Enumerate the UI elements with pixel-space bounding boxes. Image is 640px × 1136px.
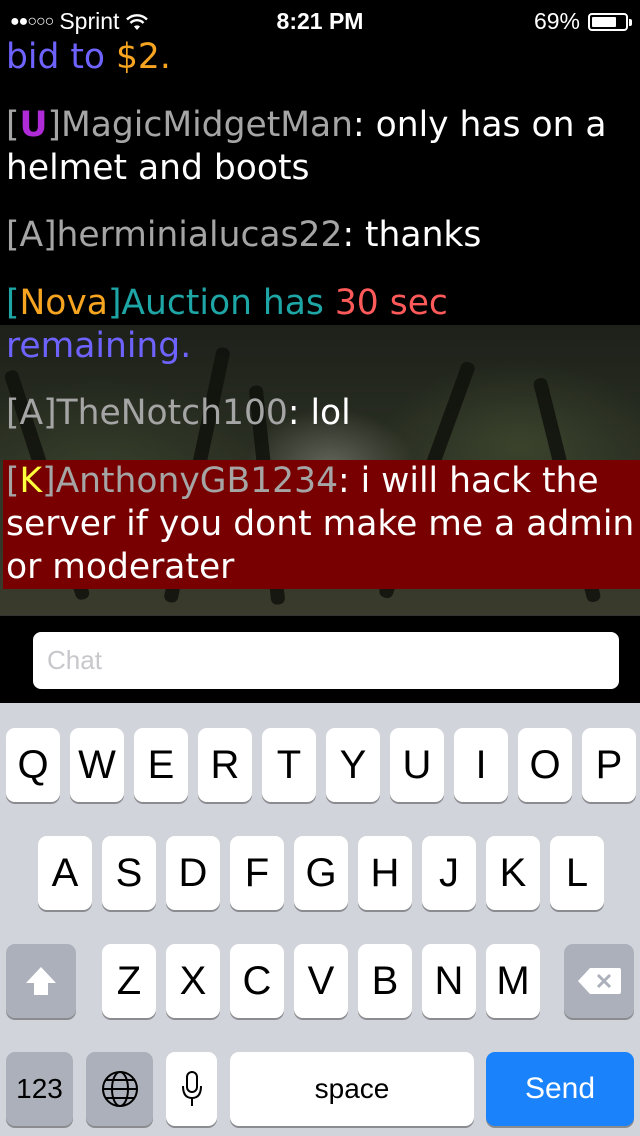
- numbers-key[interactable]: 123: [6, 1052, 73, 1126]
- key-z[interactable]: Z: [102, 944, 156, 1018]
- key-h[interactable]: H: [358, 836, 412, 910]
- key-q[interactable]: Q: [6, 728, 60, 802]
- username: MagicMidgetMan: [60, 105, 353, 145]
- rank-badge: A: [19, 393, 44, 433]
- battery-percentage: 69%: [533, 8, 580, 34]
- battery-icon: [588, 12, 632, 31]
- chat-input-bar: [0, 615, 640, 704]
- rank-badge: K: [19, 461, 43, 501]
- key-u[interactable]: U: [390, 728, 444, 802]
- send-button[interactable]: Send: [486, 1052, 634, 1126]
- delete-key[interactable]: [564, 944, 634, 1018]
- space-key[interactable]: space: [230, 1052, 474, 1126]
- message-text: thanks: [365, 215, 482, 255]
- microphone-icon: [181, 1071, 202, 1106]
- key-t[interactable]: T: [262, 728, 316, 802]
- server-tag: Nova: [19, 283, 108, 323]
- key-d[interactable]: D: [166, 836, 220, 910]
- chat-message: [A]TheNotch100: lol: [6, 393, 351, 433]
- key-r[interactable]: R: [198, 728, 252, 802]
- globe-key[interactable]: [86, 1052, 153, 1126]
- key-l[interactable]: L: [550, 836, 604, 910]
- key-a[interactable]: A: [38, 836, 92, 910]
- chat-message: [U]MagicMidgetMan: only has on a helmet …: [6, 105, 607, 188]
- key-c[interactable]: C: [230, 944, 284, 1018]
- rank-badge: U: [19, 105, 48, 145]
- key-o[interactable]: O: [518, 728, 572, 802]
- key-g[interactable]: G: [294, 836, 348, 910]
- chat-input[interactable]: [33, 632, 619, 689]
- message-text: lol: [310, 393, 351, 433]
- key-w[interactable]: W: [70, 728, 124, 802]
- key-j[interactable]: J: [422, 836, 476, 910]
- delete-backspace-icon: [578, 968, 621, 994]
- key-f[interactable]: F: [230, 836, 284, 910]
- status-bar: ●●○○○ Sprint 8:21 PM 69%: [0, 0, 640, 40]
- key-x[interactable]: X: [166, 944, 220, 1018]
- chat-area: bid to $2. [U]MagicMidgetMan: only has o…: [0, 0, 640, 615]
- key-v[interactable]: V: [294, 944, 348, 1018]
- keyboard: QWERTYUIOP ASDFGHJKL ZXCVBNM 123 space S…: [0, 703, 640, 1136]
- username: AnthonyGB1234: [55, 461, 339, 501]
- key-s[interactable]: S: [102, 836, 156, 910]
- key-b[interactable]: B: [358, 944, 412, 1018]
- key-i[interactable]: I: [454, 728, 508, 802]
- globe-icon: [101, 1071, 138, 1107]
- key-k[interactable]: K: [486, 836, 540, 910]
- key-e[interactable]: E: [134, 728, 188, 802]
- key-p[interactable]: P: [582, 728, 636, 802]
- username: TheNotch100: [56, 393, 288, 433]
- key-n[interactable]: N: [422, 944, 476, 1018]
- rank-badge: A: [19, 215, 44, 255]
- shift-arrow-icon: [26, 967, 56, 995]
- microphone-key[interactable]: [166, 1052, 217, 1126]
- chat-message: [A]herminialucas22: thanks: [6, 215, 482, 255]
- key-m[interactable]: M: [486, 944, 540, 1018]
- chat-message-highlighted: [K]AnthonyGB1234: i will hack the server…: [3, 460, 640, 589]
- chat-message: [Nova]Auction has 30 sec remaining.: [6, 283, 448, 366]
- chat-message: bid to $2.: [6, 37, 171, 77]
- username: herminialucas22: [56, 215, 343, 255]
- key-y[interactable]: Y: [326, 728, 380, 802]
- shift-key[interactable]: [6, 944, 76, 1018]
